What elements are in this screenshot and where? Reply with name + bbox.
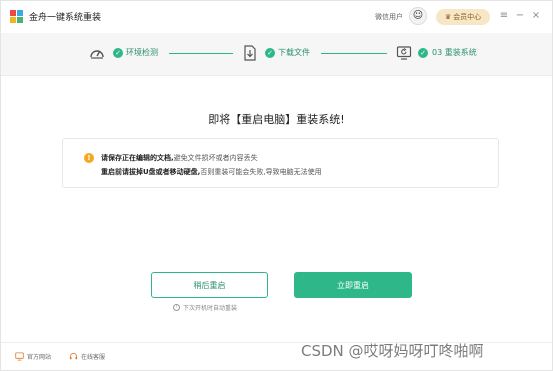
- app-title: 金舟一键系统重装: [29, 13, 102, 23]
- restart-later-button[interactable]: 稍后重启: [151, 272, 268, 298]
- warning-line-2-bold: 重启前请拔掉U盘或者移动硬盘,: [101, 168, 201, 176]
- warning-line-1-bold: 请保存正在编辑的文档,: [101, 154, 174, 162]
- warning-line-1-rest: 避免文件损坏或者内容丢失: [173, 154, 258, 162]
- auto-reinstall-hint: ! 下次开机时自动重装: [173, 303, 237, 312]
- warning-line-2: 重启前请拔掉U盘或者移动硬盘,否则重装可能会失败,导致电脑无法使用: [101, 167, 322, 177]
- crown-icon: ♛: [444, 13, 452, 21]
- app-window: 金舟一键系统重装 微信用户 ☺ ♛ 会员中心 ≡ − × ✓ 环境检测 ✓ 下载…: [0, 0, 553, 371]
- info-icon: !: [173, 304, 180, 311]
- vip-center-label: 会员中心: [453, 13, 482, 21]
- step-connector-1: [169, 53, 233, 54]
- monitor-icon: [15, 352, 24, 361]
- user-name[interactable]: 微信用户: [375, 12, 403, 22]
- progress-steps: ✓ 环境检测 ✓ 下载文件 ✓ 03 重装系统: [1, 33, 552, 76]
- step-connector-2: [321, 53, 387, 54]
- download-file-icon: [244, 45, 256, 61]
- avatar-face-icon: ☺: [412, 10, 424, 21]
- title-bar: 金舟一键系统重装 微信用户 ☺ ♛ 会员中心 ≡ − ×: [1, 1, 552, 33]
- vip-center-button[interactable]: ♛ 会员中心: [436, 9, 490, 25]
- gauge-icon: [90, 50, 104, 59]
- close-icon[interactable]: ×: [530, 9, 542, 23]
- warning-line-2-rest: 否则重装可能会失败,导致电脑无法使用: [200, 168, 322, 176]
- headset-icon: [69, 353, 78, 360]
- online-service-label: 在线客服: [81, 354, 106, 361]
- official-site-link[interactable]: 官方网站: [15, 352, 51, 361]
- warning-icon: !: [84, 153, 94, 163]
- auto-reinstall-hint-text: 下次开机时自动重装: [183, 305, 238, 312]
- step3-label: 03 重装系统: [432, 48, 477, 57]
- restart-now-button[interactable]: 立即重启: [294, 272, 412, 298]
- step2-check-icon: ✓: [265, 48, 275, 58]
- watermark: CSDN @哎呀妈呀叮咚啪啊: [301, 342, 484, 360]
- step3-check-icon: ✓: [418, 48, 428, 58]
- reinstall-icon: [396, 46, 412, 60]
- warning-line-1: 请保存正在编辑的文档,避免文件损坏或者内容丢失: [101, 153, 258, 163]
- page-title: 即将【重启电脑】重装系统!: [208, 113, 345, 126]
- avatar[interactable]: ☺: [409, 7, 427, 25]
- step2-label: 下载文件: [278, 48, 310, 57]
- official-site-label: 官方网站: [27, 354, 52, 361]
- app-logo-icon: [10, 10, 23, 23]
- online-service-link[interactable]: 在线客服: [69, 352, 105, 361]
- minimize-icon[interactable]: −: [514, 9, 526, 23]
- warning-box: ! 请保存正在编辑的文档,避免文件损坏或者内容丢失 重启前请拔掉U盘或者移动硬盘…: [62, 138, 499, 188]
- step1-check-icon: ✓: [113, 48, 123, 58]
- menu-icon[interactable]: ≡: [498, 9, 510, 23]
- step1-label: 环境检测: [126, 48, 158, 57]
